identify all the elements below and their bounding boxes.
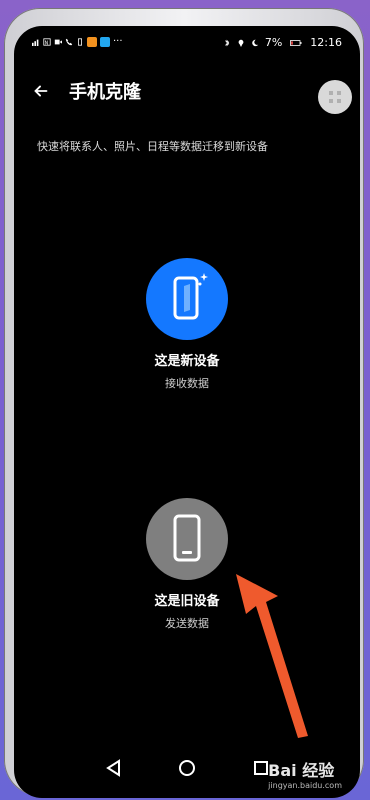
video-icon bbox=[54, 39, 62, 44]
moon-icon bbox=[252, 39, 259, 46]
app-blue-icon bbox=[100, 36, 110, 47]
status-right: 7% 12:16 bbox=[223, 36, 342, 49]
grid-icon bbox=[329, 91, 341, 103]
status-left: N ··· bbox=[32, 36, 123, 47]
status-time: 12:16 bbox=[310, 36, 342, 49]
arrow-left-icon[interactable] bbox=[30, 80, 52, 102]
dots-icon: ··· bbox=[113, 36, 123, 47]
battery-icon bbox=[290, 39, 302, 46]
phone-icon bbox=[173, 514, 201, 562]
home-circle-icon[interactable] bbox=[175, 756, 199, 780]
old-device-button[interactable] bbox=[146, 498, 228, 580]
screen: N ··· 7% 12:16 手机克隆 快速将联系人、照片、日程等数据迁移到新设… bbox=[14, 26, 360, 798]
arrow-annotation bbox=[236, 574, 308, 738]
new-device-label: 这是新设备 bbox=[154, 354, 220, 369]
watermark: Bai 经验 jingyan.baidu.com bbox=[268, 757, 342, 790]
status-bar: N ··· 7% 12:16 bbox=[14, 26, 360, 54]
watermark-url: jingyan.baidu.com bbox=[268, 781, 342, 790]
app-orange-icon bbox=[87, 36, 97, 47]
option-new-device[interactable]: 这是新设备 接收数据 bbox=[14, 258, 360, 391]
phone-frame: N ··· 7% 12:16 手机克隆 快速将联系人、照片、日程等数据迁移到新设… bbox=[4, 8, 364, 798]
bluetooth-icon bbox=[224, 39, 230, 46]
new-device-sublabel: 接收数据 bbox=[165, 377, 209, 390]
phone-sparkle-icon bbox=[173, 273, 208, 320]
page-title: 手机克隆 bbox=[69, 82, 141, 103]
signal-icon bbox=[32, 39, 39, 46]
header: 手机克隆 bbox=[14, 70, 360, 114]
phone-icon bbox=[65, 38, 73, 45]
watermark-brand: Bai 经验 bbox=[268, 761, 335, 780]
description-text: 快速将联系人、照片、日程等数据迁移到新设备 bbox=[37, 140, 268, 153]
battery-percent: 7% bbox=[264, 36, 283, 49]
menu-button[interactable] bbox=[318, 80, 352, 114]
back-triangle-icon[interactable] bbox=[102, 756, 126, 780]
new-device-button[interactable] bbox=[146, 258, 228, 340]
location-icon bbox=[238, 39, 244, 47]
nfc-icon: N bbox=[43, 37, 51, 46]
battery-small-icon bbox=[78, 37, 82, 46]
svg-text:N: N bbox=[45, 40, 49, 46]
